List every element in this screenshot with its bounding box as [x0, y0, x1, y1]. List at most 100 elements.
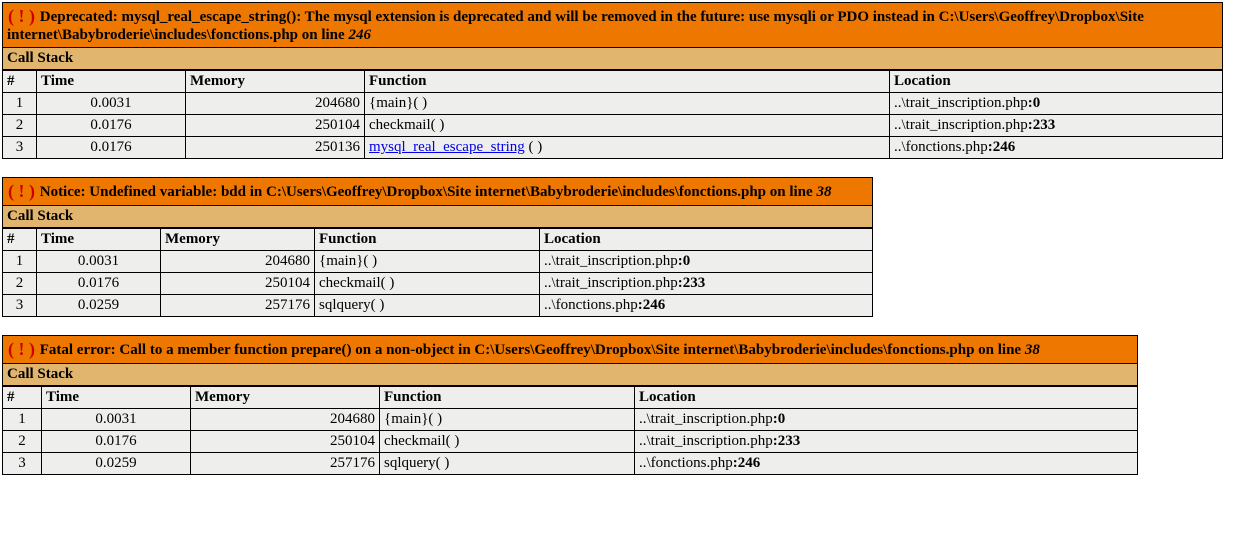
- location-line: :233: [773, 433, 801, 449]
- location-line: :246: [638, 297, 666, 313]
- table-row: 30.0176250136mysql_real_escape_string ( …: [3, 137, 1223, 159]
- col-header: Location: [540, 229, 873, 251]
- cell-memory: 257176: [161, 295, 315, 317]
- cell-time: 0.0176: [37, 137, 186, 159]
- error-line: 246: [348, 27, 371, 43]
- cell-time: 0.0031: [42, 409, 191, 431]
- cell-location: ..\fonctions.php:246: [635, 453, 1138, 475]
- cell-memory: 204680: [191, 409, 380, 431]
- error-icon: ( ! ): [7, 339, 36, 359]
- cell-num: 2: [3, 115, 37, 137]
- cell-function: {main}( ): [315, 251, 540, 273]
- col-header: Memory: [191, 387, 380, 409]
- callstack-title: Call Stack: [2, 364, 1138, 386]
- cell-time: 0.0031: [37, 93, 186, 115]
- cell-memory: 250104: [161, 273, 315, 295]
- col-header: Time: [42, 387, 191, 409]
- cell-num: 1: [3, 251, 37, 273]
- error-header: ( ! ) Fatal error: Call to a member func…: [2, 335, 1138, 364]
- cell-location: ..\trait_inscription.php:233: [540, 273, 873, 295]
- cell-function: sqlquery( ): [315, 295, 540, 317]
- cell-num: 2: [3, 273, 37, 295]
- location-line: :246: [733, 455, 761, 471]
- cell-location: ..\fonctions.php:246: [540, 295, 873, 317]
- php-doc-link[interactable]: mysql_real_escape_string: [369, 139, 525, 155]
- cell-time: 0.0176: [37, 115, 186, 137]
- table-row: 10.0031204680{main}( )..\trait_inscripti…: [3, 409, 1138, 431]
- cell-time: 0.0176: [37, 273, 161, 295]
- error-icon: ( ! ): [7, 181, 36, 201]
- cell-function: sqlquery( ): [380, 453, 635, 475]
- cell-time: 0.0259: [42, 453, 191, 475]
- col-header: Location: [890, 71, 1223, 93]
- col-header: Memory: [186, 71, 365, 93]
- cell-memory: 257176: [191, 453, 380, 475]
- error-block: ( ! ) Fatal error: Call to a member func…: [2, 335, 1138, 475]
- cell-location: ..\trait_inscription.php:0: [890, 93, 1223, 115]
- error-message: Undefined variable: bdd in C:\Users\Geof…: [89, 184, 816, 200]
- error-message: mysql_real_escape_string(): The mysql ex…: [7, 9, 1144, 43]
- error-block: ( ! ) Deprecated: mysql_real_escape_stri…: [2, 2, 1223, 159]
- error-icon: ( ! ): [7, 6, 36, 26]
- col-header: #: [3, 387, 42, 409]
- cell-num: 3: [3, 453, 42, 475]
- error-type: Fatal error:: [40, 342, 120, 358]
- error-block: ( ! ) Notice: Undefined variable: bdd in…: [2, 177, 873, 317]
- cell-memory: 250104: [186, 115, 365, 137]
- cell-memory: 204680: [161, 251, 315, 273]
- location-line: :0: [1028, 95, 1041, 111]
- error-line: 38: [1025, 342, 1040, 358]
- table-row: 30.0259257176sqlquery( )..\fonctions.php…: [3, 453, 1138, 475]
- col-header: Memory: [161, 229, 315, 251]
- cell-function: {main}( ): [380, 409, 635, 431]
- cell-location: ..\trait_inscription.php:233: [635, 431, 1138, 453]
- cell-num: 1: [3, 409, 42, 431]
- col-header: Time: [37, 71, 186, 93]
- table-row: 30.0259257176sqlquery( )..\fonctions.php…: [3, 295, 873, 317]
- col-header: Function: [365, 71, 890, 93]
- callstack-title: Call Stack: [2, 206, 873, 228]
- cell-location: ..\trait_inscription.php:0: [635, 409, 1138, 431]
- callstack-table: #TimeMemoryFunctionLocation10.0031204680…: [2, 228, 873, 317]
- cell-location: ..\trait_inscription.php:0: [540, 251, 873, 273]
- cell-memory: 204680: [186, 93, 365, 115]
- cell-memory: 250104: [191, 431, 380, 453]
- cell-num: 1: [3, 93, 37, 115]
- location-line: :233: [678, 275, 706, 291]
- error-header: ( ! ) Deprecated: mysql_real_escape_stri…: [2, 2, 1223, 48]
- error-message: Call to a member function prepare() on a…: [119, 342, 1024, 358]
- cell-num: 3: [3, 137, 37, 159]
- table-row: 10.0031204680{main}( )..\trait_inscripti…: [3, 251, 873, 273]
- callstack-table: #TimeMemoryFunctionLocation10.0031204680…: [2, 70, 1223, 159]
- location-line: :0: [773, 411, 786, 427]
- location-line: :246: [988, 139, 1016, 155]
- cell-function: mysql_real_escape_string ( ): [365, 137, 890, 159]
- col-header: #: [3, 229, 37, 251]
- table-row: 20.0176250104checkmail( )..\trait_inscri…: [3, 115, 1223, 137]
- col-header: #: [3, 71, 37, 93]
- cell-function: checkmail( ): [315, 273, 540, 295]
- cell-time: 0.0176: [42, 431, 191, 453]
- table-row: 20.0176250104checkmail( )..\trait_inscri…: [3, 431, 1138, 453]
- col-header: Function: [380, 387, 635, 409]
- col-header: Time: [37, 229, 161, 251]
- cell-time: 0.0031: [37, 251, 161, 273]
- error-header: ( ! ) Notice: Undefined variable: bdd in…: [2, 177, 873, 206]
- callstack-title: Call Stack: [2, 48, 1223, 70]
- error-line: 38: [816, 184, 831, 200]
- location-line: :0: [678, 253, 691, 269]
- location-line: :233: [1028, 117, 1056, 133]
- cell-num: 3: [3, 295, 37, 317]
- cell-num: 2: [3, 431, 42, 453]
- cell-location: ..\fonctions.php:246: [890, 137, 1223, 159]
- callstack-table: #TimeMemoryFunctionLocation10.0031204680…: [2, 386, 1138, 475]
- cell-memory: 250136: [186, 137, 365, 159]
- error-type: Notice:: [40, 184, 90, 200]
- table-row: 20.0176250104checkmail( )..\trait_inscri…: [3, 273, 873, 295]
- cell-location: ..\trait_inscription.php:233: [890, 115, 1223, 137]
- table-row: 10.0031204680{main}( )..\trait_inscripti…: [3, 93, 1223, 115]
- cell-function: checkmail( ): [380, 431, 635, 453]
- cell-function: checkmail( ): [365, 115, 890, 137]
- cell-time: 0.0259: [37, 295, 161, 317]
- cell-function: {main}( ): [365, 93, 890, 115]
